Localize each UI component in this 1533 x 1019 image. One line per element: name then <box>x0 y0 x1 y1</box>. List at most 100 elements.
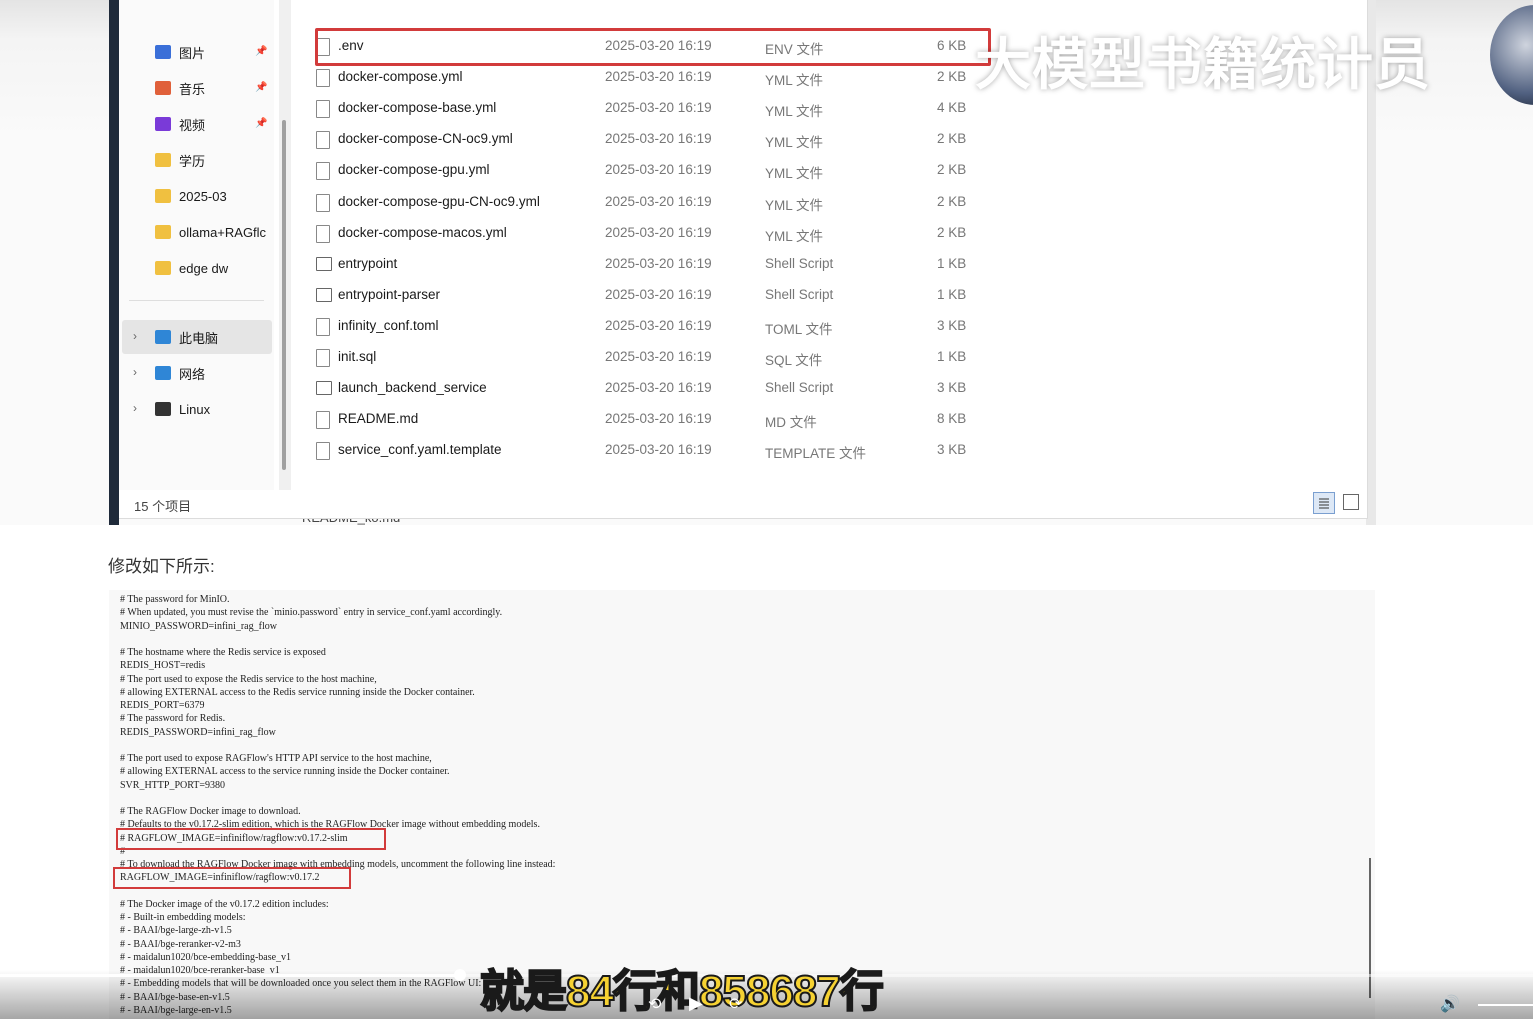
file-row[interactable]: entrypoint-parser 2025-03-20 16:19 Shell S… <box>313 280 1003 310</box>
code-line: # The password for MinIO. <box>120 594 230 605</box>
file-size: 2 KB <box>937 69 967 85</box>
expand-chevron-icon[interactable]: › <box>133 401 137 415</box>
sidebar-item-label: 视频 <box>179 117 206 133</box>
file-name: launch_backend_service <box>338 380 487 396</box>
code-line: MINIO_PASSWORD=infini_rag_flow <box>120 620 277 632</box>
file-name: infinity_conf.toml <box>338 317 439 333</box>
linux-icon <box>155 402 171 416</box>
file-type: TEMPLATE 文件 <box>765 446 867 462</box>
background-window-edge <box>109 0 119 525</box>
sidebar-drive-item[interactable]: 网络 <box>155 359 295 387</box>
file-icon <box>316 224 330 243</box>
rewind-icon[interactable]: ⟲ <box>648 994 661 1014</box>
sidebar-drive-item[interactable]: 此电脑 <box>155 323 295 351</box>
nav-scrollbar-thumb[interactable] <box>282 120 286 470</box>
forward-icon[interactable]: ⟳ <box>729 994 742 1014</box>
env-file-highlight-box <box>315 28 991 66</box>
sidebar-item[interactable]: edge dw <box>155 254 295 282</box>
details-view-icon <box>1319 498 1329 509</box>
code-line: REDIS_PORT=6379 <box>120 700 205 711</box>
file-size: 4 KB <box>937 100 967 116</box>
library-icon <box>155 117 171 131</box>
code-line: # - Built-in embedding models: <box>120 912 246 923</box>
file-row[interactable]: docker-compose.yml 2025-03-20 16:19 YML 文件… <box>313 62 1003 92</box>
file-size: 8 KB <box>937 411 967 427</box>
file-name: service_conf.yaml.template <box>338 442 502 458</box>
volume-icon[interactable]: 🔊 <box>1440 994 1460 1014</box>
navigation-pane: 图片 📌 音乐 📌 视频 📌 学历 2025-03 ollama+RAGflc edge dw › 此… <box>119 0 274 490</box>
file-date: 2025-03-20 16:19 <box>605 131 712 147</box>
file-name: docker-compose-base.yml <box>338 100 497 116</box>
sidebar-item[interactable]: 学历 <box>155 146 295 174</box>
file-icon <box>316 162 330 181</box>
file-name: README.md <box>338 411 419 427</box>
item-count-status: 15 个项目 <box>134 499 192 514</box>
file-date: 2025-03-20 16:19 <box>605 100 712 116</box>
code-line: # The password for Redis. <box>120 713 226 725</box>
code-line: # - maidalun1020/bce-embedding-base_v1 <box>120 951 292 963</box>
file-row[interactable]: entrypoint 2025-03-20 16:19 Shell Script 1 … <box>313 249 1003 279</box>
file-size: 1 KB <box>937 286 967 302</box>
sidebar-item[interactable]: 视频 📌 <box>155 110 295 138</box>
nav-scrollbar[interactable] <box>279 0 291 490</box>
file-type: YML 文件 <box>765 228 824 244</box>
file-date: 2025-03-20 16:19 <box>605 380 712 396</box>
code-line: # The port used to expose RAGFlow's HTTP… <box>120 753 432 764</box>
file-type: SQL 文件 <box>765 353 823 368</box>
file-name: docker-compose-gpu-CN-oc9.yml <box>338 193 540 209</box>
sidebar-item-label: 图片 <box>179 45 206 61</box>
script-icon <box>316 381 332 396</box>
video-progress-fill <box>0 974 460 977</box>
file-row[interactable]: docker-compose-gpu.yml 2025-03-20 16:19 YM… <box>313 155 1003 185</box>
file-icon <box>316 193 330 212</box>
file-type: Shell Script <box>765 380 834 396</box>
code-line: SVR_HTTP_PORT=9380 <box>120 779 226 791</box>
file-row[interactable]: README.md 2025-03-20 16:19 MD 文件 8 KB <box>313 404 1003 434</box>
file-icon <box>316 442 330 461</box>
play-icon[interactable]: ▶ <box>689 993 703 1014</box>
sidebar-drive-item[interactable]: Linux <box>155 395 295 423</box>
file-date: 2025-03-20 16:19 <box>605 442 712 458</box>
code-line: REDIS_PASSWORD=infini_rag_flow <box>120 726 276 738</box>
sidebar-item-label: 2025-03 <box>179 188 227 204</box>
file-row[interactable]: docker-compose-base.yml 2025-03-20 16:19 Y… <box>313 93 1003 123</box>
file-size: 1 KB <box>937 255 967 271</box>
file-type: YML 文件 <box>765 104 824 120</box>
file-size: 3 KB <box>937 317 967 333</box>
file-type: YML 文件 <box>765 197 824 213</box>
folder-icon <box>155 225 171 239</box>
file-row[interactable]: infinity_conf.toml 2025-03-20 16:19 TOML 文… <box>313 311 1003 341</box>
file-row[interactable]: docker-compose-macos.yml 2025-03-20 16:19… <box>313 218 1003 248</box>
file-row[interactable]: launch_backend_service 2025-03-20 16:19 Sh… <box>313 373 1003 403</box>
expand-chevron-icon[interactable]: › <box>133 365 137 379</box>
sidebar-drive-label: 网络 <box>179 366 206 382</box>
video-progress-knob[interactable] <box>453 969 466 981</box>
file-name: docker-compose-gpu.yml <box>338 162 490 178</box>
file-size: 2 KB <box>937 162 967 178</box>
sidebar-item[interactable]: 图片 📌 <box>155 38 295 66</box>
volume-slider[interactable] <box>1478 1004 1533 1006</box>
file-type: Shell Script <box>765 286 834 302</box>
details-view-button[interactable] <box>1313 492 1335 514</box>
file-row[interactable]: docker-compose-gpu-CN-oc9.yml 2025-03-20 … <box>313 187 1003 217</box>
sidebar-item[interactable]: ollama+RAGflc <box>155 218 295 246</box>
sidebar-item-label: 学历 <box>179 153 206 169</box>
sidebar-item[interactable]: 音乐 📌 <box>155 74 295 102</box>
file-size: 2 KB <box>937 224 967 240</box>
file-row[interactable]: service_conf.yaml.template 2025-03-20 16:… <box>313 435 1003 465</box>
file-date: 2025-03-20 16:19 <box>605 193 712 209</box>
sidebar-item[interactable]: 2025-03 <box>155 182 295 210</box>
file-icon <box>316 349 330 367</box>
file-row[interactable]: init.sql 2025-03-20 16:19 SQL 文件 1 KB <box>313 342 1003 372</box>
code-line: REDIS_HOST=redis <box>120 660 206 672</box>
file-name: docker-compose-macos.yml <box>338 224 507 240</box>
expand-chevron-icon[interactable]: › <box>133 329 137 343</box>
nav-separator <box>129 300 264 301</box>
page-heading: 修改如下所示: <box>108 557 215 576</box>
file-icon <box>316 411 330 430</box>
file-date: 2025-03-20 16:19 <box>605 349 712 364</box>
large-icons-view-button[interactable] <box>1343 494 1359 510</box>
file-date: 2025-03-20 16:19 <box>605 255 712 271</box>
folder-icon <box>155 153 171 167</box>
file-row[interactable]: docker-compose-CN-oc9.yml 2025-03-20 16:1… <box>313 124 1003 154</box>
